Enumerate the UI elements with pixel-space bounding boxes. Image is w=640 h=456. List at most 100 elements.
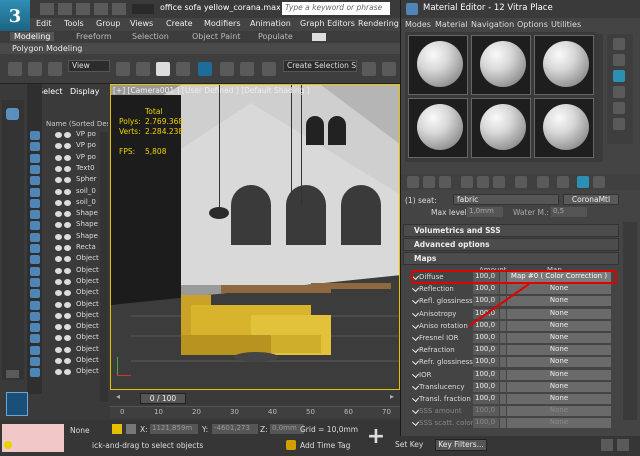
- zoom-icon[interactable]: [601, 439, 613, 451]
- scene-item[interactable]: Shape: [76, 220, 98, 231]
- scene-item[interactable]: Text0: [76, 164, 95, 175]
- tab-display[interactable]: Display: [70, 87, 100, 96]
- filter-type-icon[interactable]: [30, 345, 40, 355]
- menu-tools[interactable]: Tools: [64, 19, 84, 28]
- material-scrollbar[interactable]: [623, 222, 637, 420]
- scene-item[interactable]: Shape: [76, 209, 98, 220]
- filter-type-icon[interactable]: [30, 334, 40, 344]
- track-bar[interactable]: 0 10 20 30 40 50 60 70: [110, 406, 400, 418]
- mirror-icon[interactable]: [362, 62, 376, 76]
- column-header-name[interactable]: Name (Sorted Desce: [46, 120, 108, 128]
- filter-type-icon[interactable]: [30, 255, 40, 265]
- tab-modeling[interactable]: Modeling: [10, 32, 55, 41]
- visibility-eye-icon[interactable]: [55, 301, 62, 308]
- maxscript-listener[interactable]: [2, 424, 64, 452]
- filter-type-icon[interactable]: [30, 232, 40, 242]
- visibility-eye-icon[interactable]: [55, 165, 62, 172]
- scene-item[interactable]: Object: [76, 367, 99, 378]
- workspace-dropdown[interactable]: [132, 4, 154, 14]
- filter-type-icon[interactable]: [30, 153, 40, 163]
- scene-item[interactable]: soil_0: [76, 198, 96, 209]
- filter-type-icon[interactable]: [30, 357, 40, 366]
- filter-type-icon[interactable]: [30, 277, 40, 287]
- freeze-icon[interactable]: [64, 346, 71, 353]
- y-field[interactable]: -4601,273: [212, 424, 258, 434]
- visibility-eye-icon[interactable]: [55, 267, 62, 274]
- tab-selection[interactable]: Selection: [132, 32, 169, 41]
- freeze-icon[interactable]: [64, 233, 71, 240]
- x-field[interactable]: 1121,859m: [150, 424, 198, 434]
- tab-freeform[interactable]: Freeform: [76, 32, 112, 41]
- filter-type-icon[interactable]: [30, 187, 40, 197]
- scale-icon[interactable]: [176, 62, 190, 76]
- scene-scrollbar[interactable]: [100, 132, 108, 402]
- select-link-icon[interactable]: [28, 62, 42, 76]
- scene-item[interactable]: Object: [76, 311, 99, 322]
- filter-icon[interactable]: [6, 108, 19, 120]
- time-slider[interactable]: 0 / 100: [140, 393, 186, 404]
- camera-viewport[interactable]: [+] [Camera001 ] [User Defined ] [Defaul…: [110, 84, 400, 390]
- save-icon[interactable]: [76, 3, 90, 15]
- polygon-modeling-label[interactable]: Polygon Modeling: [12, 44, 82, 53]
- tab-populate[interactable]: Populate: [258, 32, 293, 41]
- menu-group[interactable]: Group: [96, 19, 120, 28]
- absolute-mode-icon[interactable]: [126, 424, 136, 434]
- filter-type-icon[interactable]: [30, 176, 40, 186]
- tab-object-paint[interactable]: Object Paint: [192, 32, 240, 41]
- freeze-icon[interactable]: [64, 312, 71, 319]
- scene-item[interactable]: Object: [76, 266, 99, 277]
- align-icon[interactable]: [382, 62, 396, 76]
- filter-type-icon[interactable]: [30, 142, 40, 152]
- rotate-icon[interactable]: [156, 62, 170, 76]
- filter-type-icon[interactable]: [30, 289, 40, 299]
- visibility-eye-icon[interactable]: [55, 245, 62, 251]
- menu-create[interactable]: Create: [166, 19, 193, 28]
- scene-item[interactable]: Spher: [76, 175, 97, 186]
- freeze-icon[interactable]: [64, 165, 71, 172]
- next-frame-icon[interactable]: ▸: [390, 392, 400, 402]
- edit-named-selection-icon[interactable]: [262, 62, 276, 76]
- unlink-icon[interactable]: [48, 62, 62, 76]
- scene-item[interactable]: Object: [76, 345, 99, 356]
- selection-set-dropdown[interactable]: Create Selection Se: [283, 60, 357, 72]
- freeze-icon[interactable]: [64, 245, 71, 251]
- freeze-icon[interactable]: [64, 358, 71, 364]
- scene-item[interactable]: soil_0: [76, 187, 96, 198]
- scene-item[interactable]: VP po: [76, 130, 96, 141]
- z-field[interactable]: 0,0mm: [270, 424, 304, 434]
- lock-selection-icon[interactable]: [112, 424, 122, 434]
- scene-item[interactable]: Object: [76, 254, 99, 265]
- filter-type-icon[interactable]: [30, 131, 40, 140]
- add-time-tag[interactable]: Add Time Tag: [300, 441, 350, 450]
- ribbon-options-icon[interactable]: [312, 33, 326, 41]
- undo-arrow-icon[interactable]: [8, 62, 22, 76]
- menu-views[interactable]: Views: [130, 19, 153, 28]
- visibility-eye-icon[interactable]: [55, 233, 62, 240]
- visibility-eye-icon[interactable]: [55, 132, 62, 138]
- visibility-eye-icon[interactable]: [55, 188, 62, 195]
- menu-modifiers[interactable]: Modifiers: [204, 19, 241, 28]
- viewport-layout-button[interactable]: [6, 392, 28, 416]
- new-icon[interactable]: [40, 3, 54, 15]
- filter-type-icon[interactable]: [30, 323, 40, 333]
- set-key-button[interactable]: Set Key: [395, 440, 423, 449]
- filter-type-icon[interactable]: [30, 198, 40, 208]
- filter-type-icon[interactable]: [30, 368, 40, 378]
- menu-rendering[interactable]: Rendering: [358, 19, 399, 28]
- undo-icon[interactable]: [94, 3, 108, 15]
- percent-snap-icon[interactable]: [220, 62, 234, 76]
- scene-item[interactable]: Shape: [76, 232, 98, 243]
- filter-type-icon[interactable]: [30, 221, 40, 231]
- filter-type-icon[interactable]: [30, 210, 40, 220]
- filter-type-icon[interactable]: [30, 266, 40, 276]
- freeze-icon[interactable]: [64, 188, 71, 195]
- filter-type-icon[interactable]: [30, 244, 40, 253]
- visibility-eye-icon[interactable]: [55, 358, 62, 364]
- filter-type-icon[interactable]: [30, 311, 40, 321]
- visibility-eye-icon[interactable]: [55, 346, 62, 353]
- orbit-icon[interactable]: [617, 439, 629, 451]
- open-icon[interactable]: [58, 3, 72, 15]
- app-logo[interactable]: 3: [0, 0, 30, 34]
- visibility-eye-icon[interactable]: [55, 199, 62, 206]
- scene-item[interactable]: Recta: [76, 243, 96, 254]
